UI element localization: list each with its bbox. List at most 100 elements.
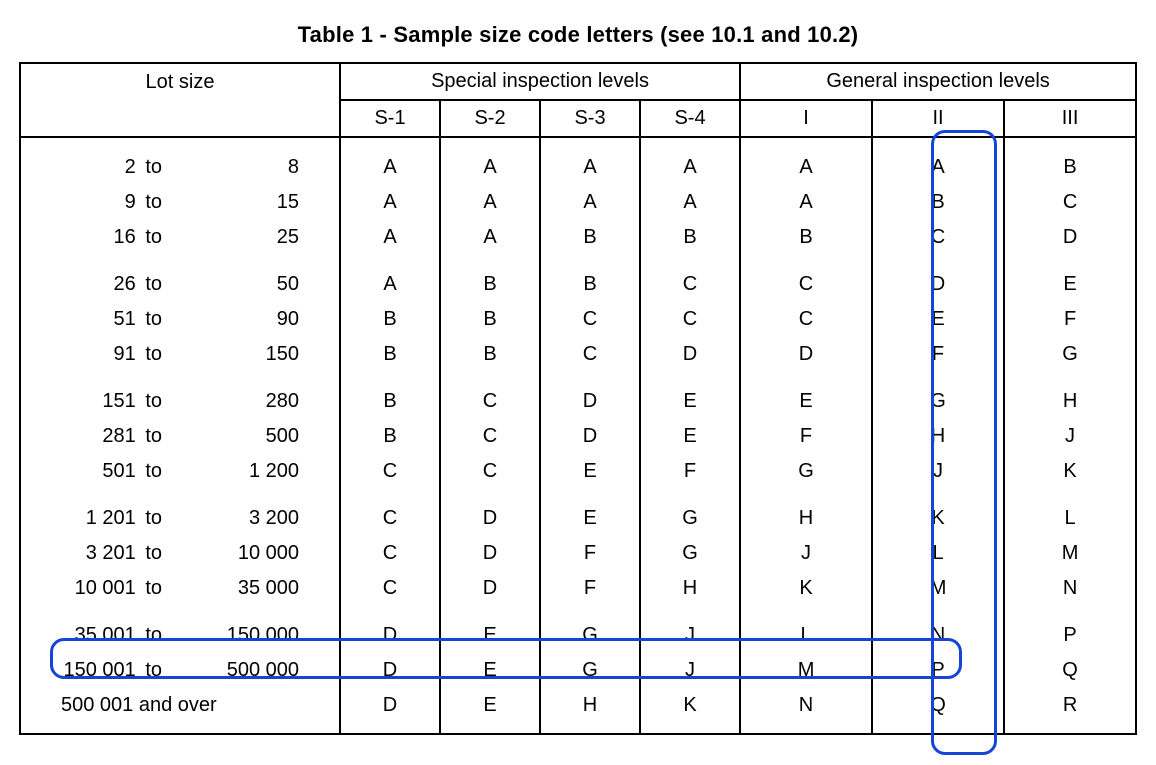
code-table: Lot size Special inspection levels Gener… <box>19 62 1137 735</box>
cell-s3: G <box>540 653 640 688</box>
table-row: 16 to25AABBBCD <box>20 220 1136 255</box>
cell-s2: D <box>440 571 540 606</box>
lot-from: 281 to <box>20 419 170 454</box>
cell-s3: B <box>540 220 640 255</box>
cell-s4: E <box>640 419 740 454</box>
cell-s1: B <box>340 302 440 337</box>
cell-s2: D <box>440 489 540 536</box>
cell-g1: A <box>740 185 872 220</box>
table-row: 10 001 to35 000CDFHKMN <box>20 571 1136 606</box>
cell-g2: L <box>872 536 1004 571</box>
lot-to: 500 000 <box>170 653 340 688</box>
cell-g1: C <box>740 302 872 337</box>
table-row: 1 201 to3 200CDEGHKL <box>20 489 1136 536</box>
cell-g1: N <box>740 688 872 734</box>
cell-g3: L <box>1004 489 1136 536</box>
cell-g3: Q <box>1004 653 1136 688</box>
lot-from: 9 to <box>20 185 170 220</box>
table-row: 91 to150BBCDDFG <box>20 337 1136 372</box>
header-g1: I <box>740 100 872 137</box>
cell-s4: J <box>640 653 740 688</box>
lot-from: 51 to <box>20 302 170 337</box>
table-row: 150 001 to500 000DEGJMPQ <box>20 653 1136 688</box>
cell-s4: C <box>640 255 740 302</box>
cell-s2: A <box>440 185 540 220</box>
cell-g3: B <box>1004 137 1136 185</box>
lot-from: 91 to <box>20 337 170 372</box>
cell-s1: D <box>340 606 440 653</box>
cell-s3: E <box>540 454 640 489</box>
cell-s2: C <box>440 372 540 419</box>
lot-to: 15 <box>170 185 340 220</box>
table-row: 281 to500BCDEFHJ <box>20 419 1136 454</box>
cell-s4: H <box>640 571 740 606</box>
cell-s3: G <box>540 606 640 653</box>
cell-s1: A <box>340 255 440 302</box>
cell-g3: D <box>1004 220 1136 255</box>
table-row: 26 to50ABBCCDE <box>20 255 1136 302</box>
lot-to: 10 000 <box>170 536 340 571</box>
cell-s1: A <box>340 185 440 220</box>
cell-s3: E <box>540 489 640 536</box>
cell-g1: K <box>740 571 872 606</box>
cell-s4: C <box>640 302 740 337</box>
cell-g2: K <box>872 489 1004 536</box>
cell-s4: K <box>640 688 740 734</box>
lot-to: 35 000 <box>170 571 340 606</box>
lot-to: 50 <box>170 255 340 302</box>
cell-g2: B <box>872 185 1004 220</box>
cell-s1: C <box>340 571 440 606</box>
lot-from: 10 001 to <box>20 571 170 606</box>
table-row: 500 001 and overDEHKNQR <box>20 688 1136 734</box>
cell-s4: F <box>640 454 740 489</box>
lot-to: 25 <box>170 220 340 255</box>
cell-s3: C <box>540 302 640 337</box>
cell-g2: D <box>872 255 1004 302</box>
cell-s2: B <box>440 255 540 302</box>
table-row: 2 to8AAAAAAB <box>20 137 1136 185</box>
cell-s4: A <box>640 137 740 185</box>
cell-g3: C <box>1004 185 1136 220</box>
header-lot-size: Lot size <box>20 63 340 100</box>
lot-from: 151 to <box>20 372 170 419</box>
cell-s3: H <box>540 688 640 734</box>
cell-s2: B <box>440 302 540 337</box>
cell-s3: B <box>540 255 640 302</box>
cell-g1: E <box>740 372 872 419</box>
lot-from: 501 to <box>20 454 170 489</box>
lot-to: 90 <box>170 302 340 337</box>
cell-g3: E <box>1004 255 1136 302</box>
table-row: 51 to90BBCCCEF <box>20 302 1136 337</box>
cell-s4: J <box>640 606 740 653</box>
cell-s1: C <box>340 489 440 536</box>
cell-s1: C <box>340 454 440 489</box>
header-g2: II <box>872 100 1004 137</box>
lot-to: 8 <box>170 137 340 185</box>
cell-g3: F <box>1004 302 1136 337</box>
header-s1: S-1 <box>340 100 440 137</box>
cell-s1: B <box>340 337 440 372</box>
cell-s1: D <box>340 653 440 688</box>
cell-s3: A <box>540 185 640 220</box>
lot-to: 280 <box>170 372 340 419</box>
cell-g3: K <box>1004 454 1136 489</box>
cell-s1: B <box>340 372 440 419</box>
cell-g2: M <box>872 571 1004 606</box>
cell-g2: G <box>872 372 1004 419</box>
cell-s2: D <box>440 536 540 571</box>
cell-s2: A <box>440 137 540 185</box>
cell-g1: B <box>740 220 872 255</box>
cell-g1: H <box>740 489 872 536</box>
cell-g2: E <box>872 302 1004 337</box>
cell-g3: P <box>1004 606 1136 653</box>
cell-g1: C <box>740 255 872 302</box>
cell-s2: B <box>440 337 540 372</box>
cell-g3: H <box>1004 372 1136 419</box>
lot-range: 500 001 and over <box>20 688 340 734</box>
cell-g1: F <box>740 419 872 454</box>
cell-s1: C <box>340 536 440 571</box>
header-s2: S-2 <box>440 100 540 137</box>
lot-from: 2 to <box>20 137 170 185</box>
lot-from: 26 to <box>20 255 170 302</box>
lot-to: 500 <box>170 419 340 454</box>
